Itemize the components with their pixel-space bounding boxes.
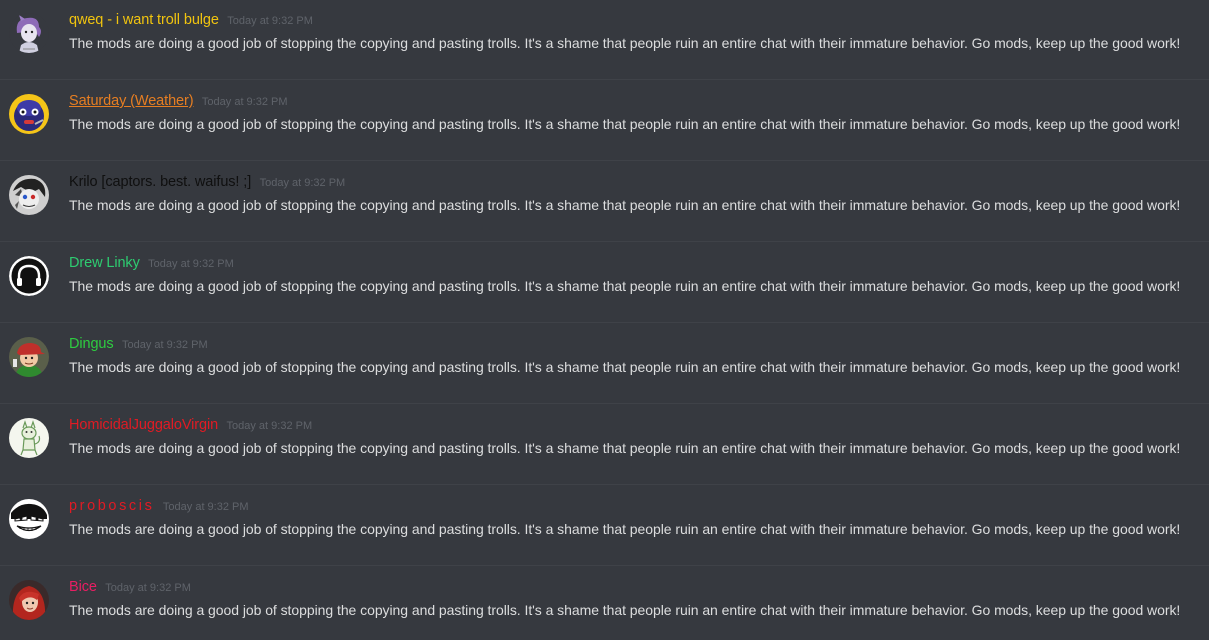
message-text: The mods are doing a good job of stoppin…: [69, 35, 1181, 51]
timestamp: Today at 9:32 PM: [105, 582, 191, 594]
purple-hair-character-avatar[interactable]: [9, 13, 49, 53]
chat-message: proboscis Today at 9:32 PM The mods are …: [0, 486, 1209, 566]
headphones-icon-avatar[interactable]: [9, 256, 49, 296]
chat-message: Bice Today at 9:32 PM The mods are doing…: [0, 567, 1209, 640]
chat-message: Dingus Today at 9:32 PM The mods are doi…: [0, 324, 1209, 404]
username[interactable]: HomicidalJuggaloVirgin: [69, 417, 218, 433]
message-text: The mods are doing a good job of stoppin…: [69, 521, 1181, 537]
troll-face-avatar[interactable]: [9, 499, 49, 539]
chat-message: Krilo [captors. best. waifus! ;] Today a…: [0, 162, 1209, 242]
message-header: Bice Today at 9:32 PM: [69, 577, 191, 598]
username[interactable]: Dingus: [69, 336, 114, 352]
username[interactable]: Krilo [captors. best. waifus! ;]: [69, 174, 251, 190]
message-divider: [0, 79, 1209, 80]
red-cap-character-avatar[interactable]: [9, 337, 49, 377]
message-header: qweq - i want troll bulge Today at 9:32 …: [69, 10, 313, 31]
red-hair-character-avatar[interactable]: [9, 580, 49, 620]
username[interactable]: proboscis: [69, 498, 154, 514]
message-divider: [0, 322, 1209, 323]
message-text: The mods are doing a good job of stoppin…: [69, 116, 1181, 132]
sketch-character-avatar[interactable]: [9, 175, 49, 215]
message-header: proboscis Today at 9:32 PM: [69, 496, 249, 517]
chat-message: HomicidalJuggaloVirgin Today at 9:32 PM …: [0, 405, 1209, 485]
message-header: HomicidalJuggaloVirgin Today at 9:32 PM: [69, 415, 312, 436]
username[interactable]: Drew Linky: [69, 255, 140, 271]
timestamp: Today at 9:32 PM: [226, 420, 313, 432]
timestamp: Today at 9:32 PM: [201, 96, 288, 108]
chat-message: Saturday (Weather) Today at 9:32 PM The …: [0, 81, 1209, 161]
message-divider: [0, 241, 1209, 242]
username[interactable]: Bice: [69, 579, 97, 595]
message-text: The mods are doing a good job of stoppin…: [69, 278, 1181, 294]
chat-message: qweq - i want troll bulge Today at 9:32 …: [0, 0, 1209, 80]
message-divider: [0, 565, 1209, 566]
username[interactable]: Saturday (Weather): [69, 93, 194, 109]
message-header: Dingus Today at 9:32 PM: [69, 334, 208, 355]
green-doodle-avatar[interactable]: [9, 418, 49, 458]
timestamp: Today at 9:32 PM: [162, 501, 249, 513]
message-text: The mods are doing a good job of stoppin…: [69, 197, 1181, 213]
timestamp: Today at 9:32 PM: [148, 258, 234, 270]
message-divider: [0, 403, 1209, 404]
message-header: Drew Linky Today at 9:32 PM: [69, 253, 234, 274]
message-divider: [0, 484, 1209, 485]
message-header: Krilo [captors. best. waifus! ;] Today a…: [69, 172, 345, 193]
timestamp: Today at 9:32 PM: [122, 339, 208, 351]
timestamp: Today at 9:32 PM: [259, 177, 346, 189]
chat-message-list: qweq - i want troll bulge Today at 9:32 …: [0, 0, 1209, 640]
username[interactable]: qweq - i want troll bulge: [69, 12, 219, 28]
purple-helmet-character-avatar[interactable]: [9, 94, 49, 134]
message-divider: [0, 160, 1209, 161]
timestamp: Today at 9:32 PM: [227, 15, 313, 27]
message-text: The mods are doing a good job of stoppin…: [69, 359, 1181, 375]
message-text: The mods are doing a good job of stoppin…: [69, 602, 1181, 618]
chat-message: Drew Linky Today at 9:32 PM The mods are…: [0, 243, 1209, 323]
message-header: Saturday (Weather) Today at 9:32 PM: [69, 91, 288, 112]
message-text: The mods are doing a good job of stoppin…: [69, 440, 1181, 456]
